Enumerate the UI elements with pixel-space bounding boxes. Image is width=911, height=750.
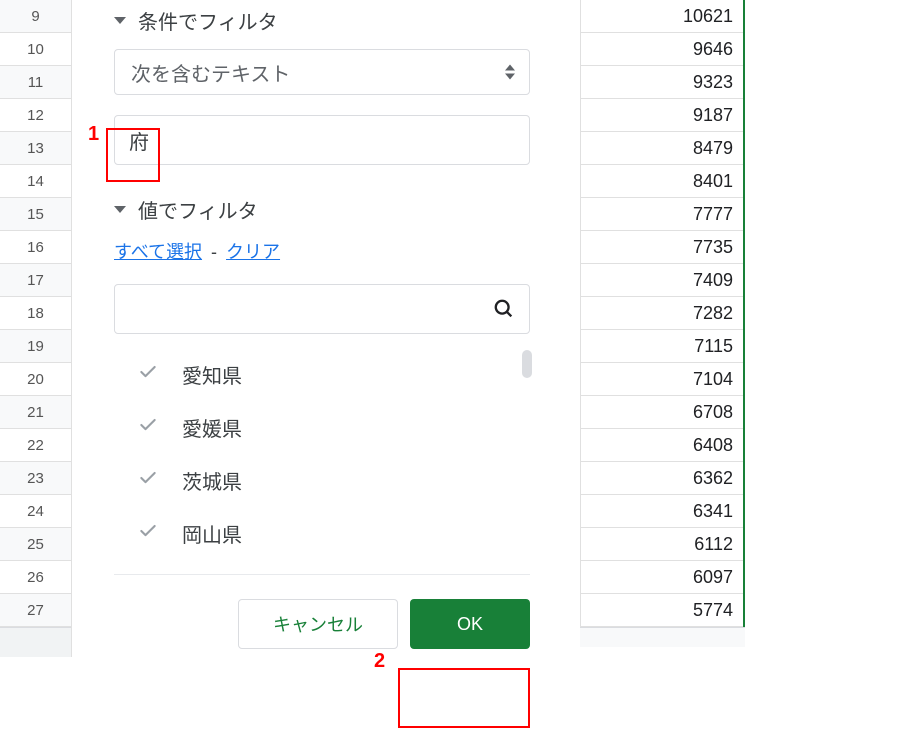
chevron-down-icon (114, 17, 126, 24)
row-header[interactable]: 15 (0, 198, 71, 231)
value-list-item[interactable]: 愛媛県 (114, 401, 530, 454)
data-cell[interactable]: 8401 (581, 165, 743, 198)
data-cell[interactable]: 7777 (581, 198, 743, 231)
row-header[interactable]: 18 (0, 297, 71, 330)
check-icon (138, 415, 158, 441)
row-header[interactable]: 26 (0, 561, 71, 594)
data-cell[interactable]: 6362 (581, 462, 743, 495)
filter-by-value-label: 値でフィルタ (138, 195, 258, 224)
data-column: 1062196469323918784798401777777357409728… (580, 0, 745, 627)
divider (114, 574, 530, 575)
row-headers: 9101112131415161718192021222324252627 (0, 0, 72, 657)
check-icon (138, 521, 158, 547)
filter-by-condition-label: 条件でフィルタ (138, 6, 278, 35)
button-row: キャンセル OK (114, 599, 530, 659)
select-all-link[interactable]: すべて選択 (114, 242, 202, 262)
row-headers-footer (0, 627, 71, 657)
data-column-wrap: 1062196469323918784798401777777357409728… (580, 0, 745, 647)
filter-by-value-header[interactable]: 値でフィルタ (114, 195, 530, 224)
data-cell[interactable]: 7735 (581, 231, 743, 264)
condition-type-value: 次を含むテキスト (131, 58, 290, 87)
data-cell[interactable]: 9323 (581, 66, 743, 99)
search-icon (493, 298, 515, 320)
check-icon (138, 468, 158, 494)
row-header[interactable]: 14 (0, 165, 71, 198)
value-list-item-label: 岡山県 (182, 519, 242, 548)
data-cell[interactable]: 6341 (581, 495, 743, 528)
value-list-item[interactable]: 岡山県 (114, 507, 530, 560)
row-header[interactable]: 9 (0, 0, 71, 33)
row-header[interactable]: 16 (0, 231, 71, 264)
filter-by-condition-header[interactable]: 条件でフィルタ (114, 6, 530, 35)
data-column-footer (580, 627, 745, 647)
condition-type-dropdown[interactable]: 次を含むテキスト (114, 49, 530, 95)
data-cell[interactable]: 6708 (581, 396, 743, 429)
row-header[interactable]: 25 (0, 528, 71, 561)
data-cell[interactable]: 7282 (581, 297, 743, 330)
data-cell[interactable]: 6408 (581, 429, 743, 462)
value-list-item[interactable]: 茨城県 (114, 454, 530, 507)
condition-value-input[interactable] (114, 115, 530, 165)
row-header[interactable]: 20 (0, 363, 71, 396)
data-cell[interactable]: 10621 (581, 0, 743, 33)
clear-link[interactable]: クリア (226, 242, 280, 262)
row-header[interactable]: 13 (0, 132, 71, 165)
check-icon (138, 362, 158, 388)
value-search-input[interactable] (129, 299, 493, 320)
row-header[interactable]: 17 (0, 264, 71, 297)
row-header[interactable]: 27 (0, 594, 71, 627)
chevron-down-icon (114, 206, 126, 213)
row-header[interactable]: 22 (0, 429, 71, 462)
main-container: 9101112131415161718192021222324252627 条件… (0, 0, 911, 750)
row-header[interactable]: 11 (0, 66, 71, 99)
ok-button[interactable]: OK (410, 599, 530, 649)
data-cell[interactable]: 5774 (581, 594, 743, 627)
row-header[interactable]: 12 (0, 99, 71, 132)
value-filter-links: すべて選択 - クリア (114, 238, 530, 264)
row-header[interactable]: 21 (0, 396, 71, 429)
value-list-item[interactable]: 愛知県 (114, 348, 530, 401)
updown-icon (505, 65, 515, 80)
value-list-item-label: 茨城県 (182, 466, 242, 495)
row-header[interactable]: 10 (0, 33, 71, 66)
row-header[interactable]: 23 (0, 462, 71, 495)
value-list: 愛知県愛媛県茨城県岡山県 (114, 344, 530, 564)
data-cell[interactable]: 7104 (581, 363, 743, 396)
value-list-item-label: 愛媛県 (182, 413, 242, 442)
cancel-button[interactable]: キャンセル (238, 599, 398, 649)
filter-panel: 条件でフィルタ 次を含むテキスト 値でフィルタ すべて選択 - クリア (72, 0, 550, 659)
data-cell[interactable]: 9646 (581, 33, 743, 66)
data-cell[interactable]: 6112 (581, 528, 743, 561)
data-cell[interactable]: 9187 (581, 99, 743, 132)
data-cell[interactable]: 7115 (581, 330, 743, 363)
row-header[interactable]: 19 (0, 330, 71, 363)
data-cell[interactable]: 6097 (581, 561, 743, 594)
row-header[interactable]: 24 (0, 495, 71, 528)
data-cell[interactable]: 7409 (581, 264, 743, 297)
value-list-item-label: 愛知県 (182, 360, 242, 389)
link-separator: - (206, 242, 222, 262)
scrollbar-thumb[interactable] (522, 350, 532, 378)
data-cell[interactable]: 8479 (581, 132, 743, 165)
value-search-box[interactable] (114, 284, 530, 334)
